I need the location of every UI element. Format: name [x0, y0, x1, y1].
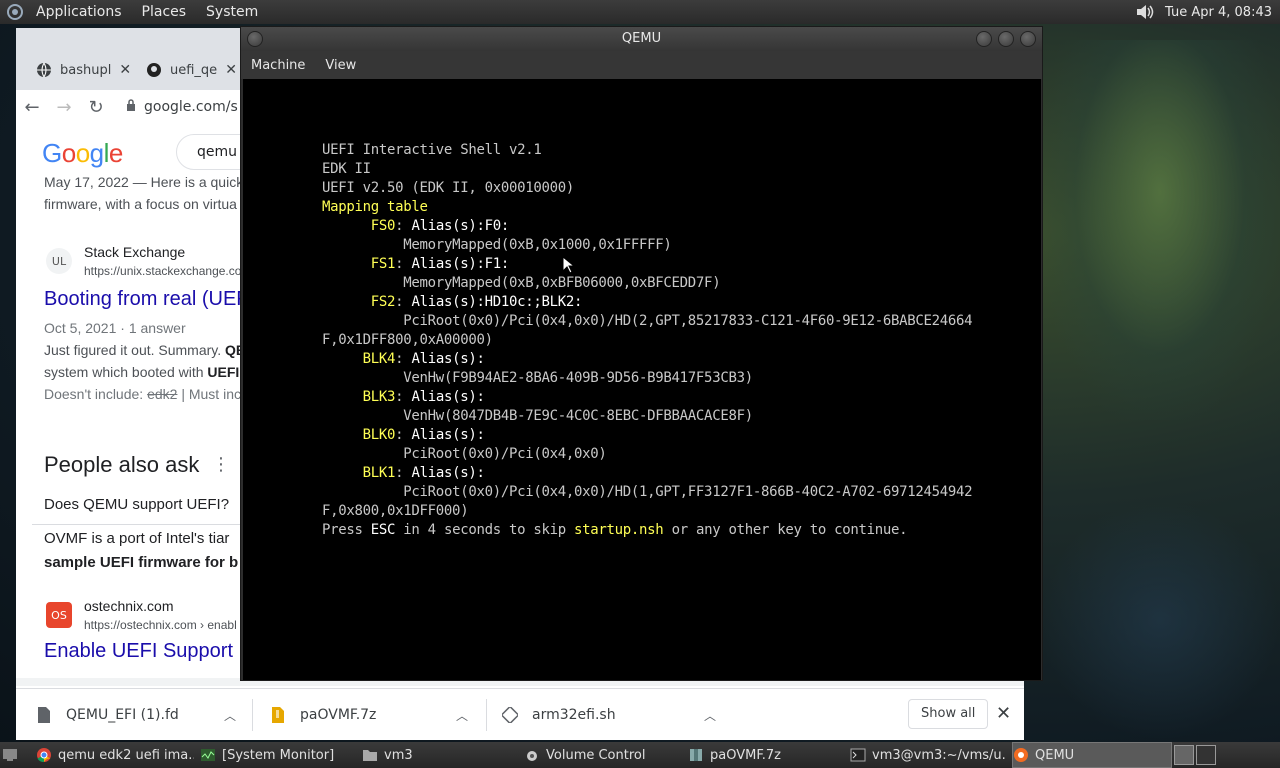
archive-icon — [688, 747, 704, 763]
close-tab-icon[interactable]: ✕ — [225, 62, 237, 78]
clock[interactable]: Tue Apr 4, 08:43 — [1165, 5, 1272, 20]
people-also-ask-heading: People also ask — [44, 452, 200, 477]
taskbar-item-chrome[interactable]: qemu edk2 uefi ima... — [36, 742, 194, 768]
download-item[interactable]: arm32efi.sh ︿ — [502, 689, 722, 741]
window-menu-icon[interactable] — [247, 31, 263, 47]
system-menu[interactable]: System — [196, 4, 268, 20]
window-title: QEMU — [621, 31, 662, 46]
stackexchange-favicon-icon: U͏L — [46, 248, 72, 274]
divider — [32, 524, 262, 525]
archive-icon — [270, 706, 286, 724]
menu-machine[interactable]: Machine — [241, 58, 315, 73]
taskbar: qemu edk2 uefi ima... [System Monitor] v… — [0, 742, 1280, 768]
qemu-icon — [1013, 747, 1029, 763]
speaker-icon — [524, 747, 540, 763]
download-name: paOVMF.7z — [300, 707, 377, 723]
monitor-icon — [200, 747, 216, 763]
result-snippet: firmware, with a focus on virtua — [44, 196, 237, 212]
show-desktop-icon[interactable] — [2, 742, 24, 768]
paa-answer-bold: sample UEFI firmware for b — [44, 554, 239, 571]
close-icon[interactable] — [1020, 31, 1036, 47]
result-site-name[interactable]: Stack Exchange — [84, 244, 185, 260]
applications-menu[interactable]: Applications — [26, 4, 132, 20]
paa-answer: OVMF is a port of Intel's tiar — [44, 530, 230, 547]
forward-arrow-icon[interactable]: → — [48, 97, 80, 118]
result-snippet: May 17, 2022 — Here is a quick — [44, 174, 244, 190]
close-tab-icon[interactable]: ✕ — [119, 62, 131, 78]
window-titlebar[interactable]: QEMU — [241, 27, 1042, 51]
maximize-icon[interactable] — [998, 31, 1014, 47]
browser-tab-uefi[interactable]: uefi_qe ✕ — [146, 58, 237, 82]
mouse-pointer-icon — [562, 255, 576, 278]
vm-display[interactable]: UEFI Interactive Shell v2.1 EDK II UEFI … — [243, 79, 1041, 680]
divider — [486, 699, 487, 731]
back-arrow-icon[interactable]: ← — [16, 97, 48, 118]
reload-icon[interactable]: ↻ — [80, 97, 112, 118]
download-item[interactable]: paOVMF.7z ︿ — [270, 689, 490, 741]
close-icon[interactable]: ✕ — [996, 703, 1011, 724]
folder-icon — [362, 747, 378, 763]
workspace-1[interactable] — [1174, 745, 1194, 765]
download-item[interactable]: QEMU_EFI (1).fd ︿ — [36, 689, 256, 741]
tab-label: bashupl — [60, 62, 112, 78]
menu-view[interactable]: View — [315, 58, 366, 73]
volume-icon[interactable] — [1135, 3, 1155, 21]
top-panel: Applications Places System Tue Apr 4, 08… — [0, 0, 1280, 24]
desktop-wallpaper-glow — [1040, 500, 1280, 740]
download-name: QEMU_EFI (1).fd — [66, 707, 179, 723]
download-name: arm32efi.sh — [532, 707, 616, 723]
result-snippet: system which booted with UEFI — [44, 364, 240, 380]
tab-label: uefi_qe — [170, 62, 218, 78]
taskbar-item-vm3-folder[interactable]: vm3 — [362, 742, 512, 768]
result-meta: Oct 5, 2021 · 1 answer — [44, 320, 186, 336]
chevron-up-icon[interactable]: ︿ — [456, 707, 468, 724]
address-bar[interactable]: google.com/s — [126, 99, 238, 115]
google-logo[interactable]: Google — [42, 138, 123, 169]
uefi-shell-output: UEFI Interactive Shell v2.1 EDK II UEFI … — [322, 142, 973, 538]
taskbar-item-system-monitor[interactable]: [System Monitor] — [200, 742, 350, 768]
downloads-bar: QEMU_EFI (1).fd ︿ paOVMF.7z ︿ arm32efi.s… — [16, 688, 1024, 740]
globe-icon — [36, 62, 52, 78]
result-snippet: Just figured it out. Summary. QE — [44, 342, 246, 358]
distro-logo-icon[interactable] — [4, 1, 26, 23]
ostechnix-favicon-icon: OS — [46, 602, 72, 628]
lock-icon — [126, 99, 136, 115]
taskbar-item-terminal[interactable]: vm3@vm3:~/vms/u... — [850, 742, 1006, 768]
chrome-icon — [36, 747, 52, 763]
result-url[interactable]: https://ostechnix.com › enabl — [84, 618, 237, 632]
paa-question[interactable]: Does QEMU support UEFI? — [44, 496, 229, 513]
terminal-icon — [850, 747, 866, 763]
result-site-name[interactable]: ostechnix.com — [84, 598, 173, 614]
github-icon — [146, 62, 162, 78]
more-options-icon[interactable]: ⋮ — [212, 454, 230, 475]
result-url[interactable]: https://unix.stackexchange.co — [84, 264, 241, 278]
result-title-link[interactable]: Enable UEFI Support F — [44, 640, 251, 663]
taskbar-item-qemu[interactable]: QEMU — [1012, 742, 1172, 768]
chevron-up-icon[interactable]: ︿ — [704, 707, 716, 724]
show-all-button[interactable]: Show all — [908, 699, 989, 729]
divider — [252, 699, 253, 731]
places-menu[interactable]: Places — [132, 4, 197, 20]
minimize-icon[interactable] — [976, 31, 992, 47]
chevron-up-icon[interactable]: ︿ — [224, 707, 236, 724]
taskbar-item-paovmf[interactable]: paOVMF.7z — [688, 742, 838, 768]
menubar: Machine View — [241, 51, 1042, 79]
url-text: google.com/s — [144, 99, 238, 115]
result-title-link[interactable]: Booting from real (UEF — [44, 288, 249, 311]
desktop-wallpaper — [1040, 40, 1280, 420]
qemu-window: QEMU Machine View UEFI Interactive Shell… — [240, 26, 1043, 681]
taskbar-item-volume-control[interactable]: Volume Control — [524, 742, 674, 768]
result-missing-terms: Doesn't include: edk2 | Must inc — [44, 386, 241, 402]
script-icon — [502, 706, 518, 724]
workspace-2[interactable] — [1196, 745, 1216, 765]
file-icon — [36, 706, 52, 724]
browser-tab-bashupload[interactable]: bashupl ✕ — [36, 58, 131, 82]
